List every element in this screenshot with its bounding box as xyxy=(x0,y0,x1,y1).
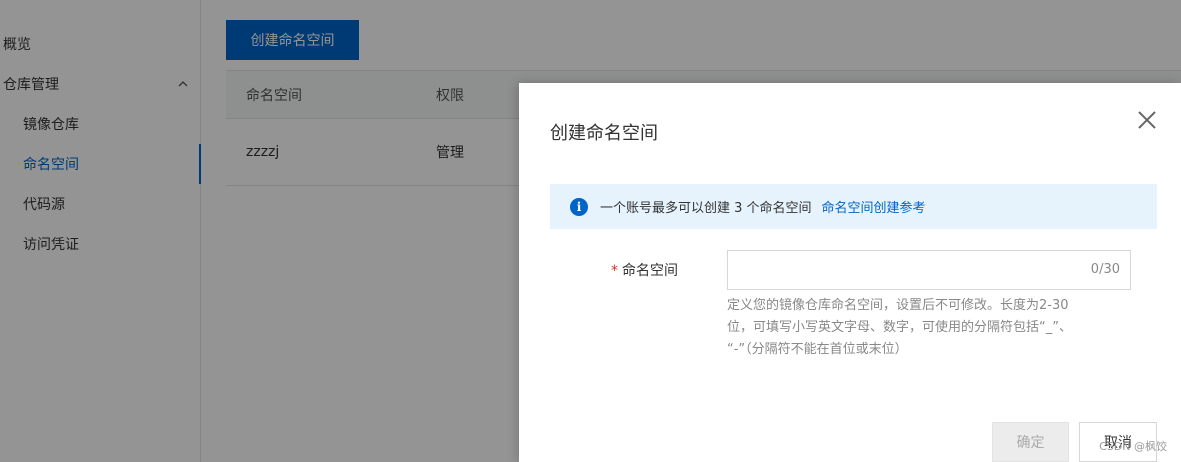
notice-text: 一个账号最多可以创建 3 个命名空间 xyxy=(600,201,812,216)
required-mark: * xyxy=(611,263,618,279)
help-line: 位，可填写小写英文字母、数字，可使用的分隔符包括“_”、 xyxy=(727,320,1072,335)
close-icon[interactable] xyxy=(1135,108,1159,132)
confirm-button[interactable]: 确定 xyxy=(992,422,1069,462)
namespace-field: 0/30 xyxy=(727,250,1131,290)
help-line: “-”（分隔符不能在首位或末位） xyxy=(727,342,908,357)
info-notice: i 一个账号最多可以创建 3 个命名空间 命名空间创建参考 xyxy=(550,184,1157,229)
create-namespace-dialog: 创建命名空间 i 一个账号最多可以创建 3 个命名空间 命名空间创建参考 * 命名… xyxy=(519,83,1181,462)
help-line: 定义您的镜像仓库命名空间，设置后不可修改。长度为2-30 xyxy=(727,298,1069,313)
field-label-text: 命名空间 xyxy=(622,263,678,279)
dialog-title: 创建命名空间 xyxy=(550,123,658,144)
watermark: CSDN @枫饺 xyxy=(1099,440,1167,453)
info-icon: i xyxy=(570,197,588,216)
namespace-reference-link[interactable]: 命名空间创建参考 xyxy=(822,197,926,216)
field-help-text: 定义您的镜像仓库命名空间，设置后不可修改。长度为2-30 位，可填写小写英文字母… xyxy=(727,295,1127,361)
char-counter: 0/30 xyxy=(1090,262,1120,277)
namespace-input[interactable] xyxy=(728,251,1130,289)
namespace-field-label: * 命名空间 xyxy=(611,260,678,280)
